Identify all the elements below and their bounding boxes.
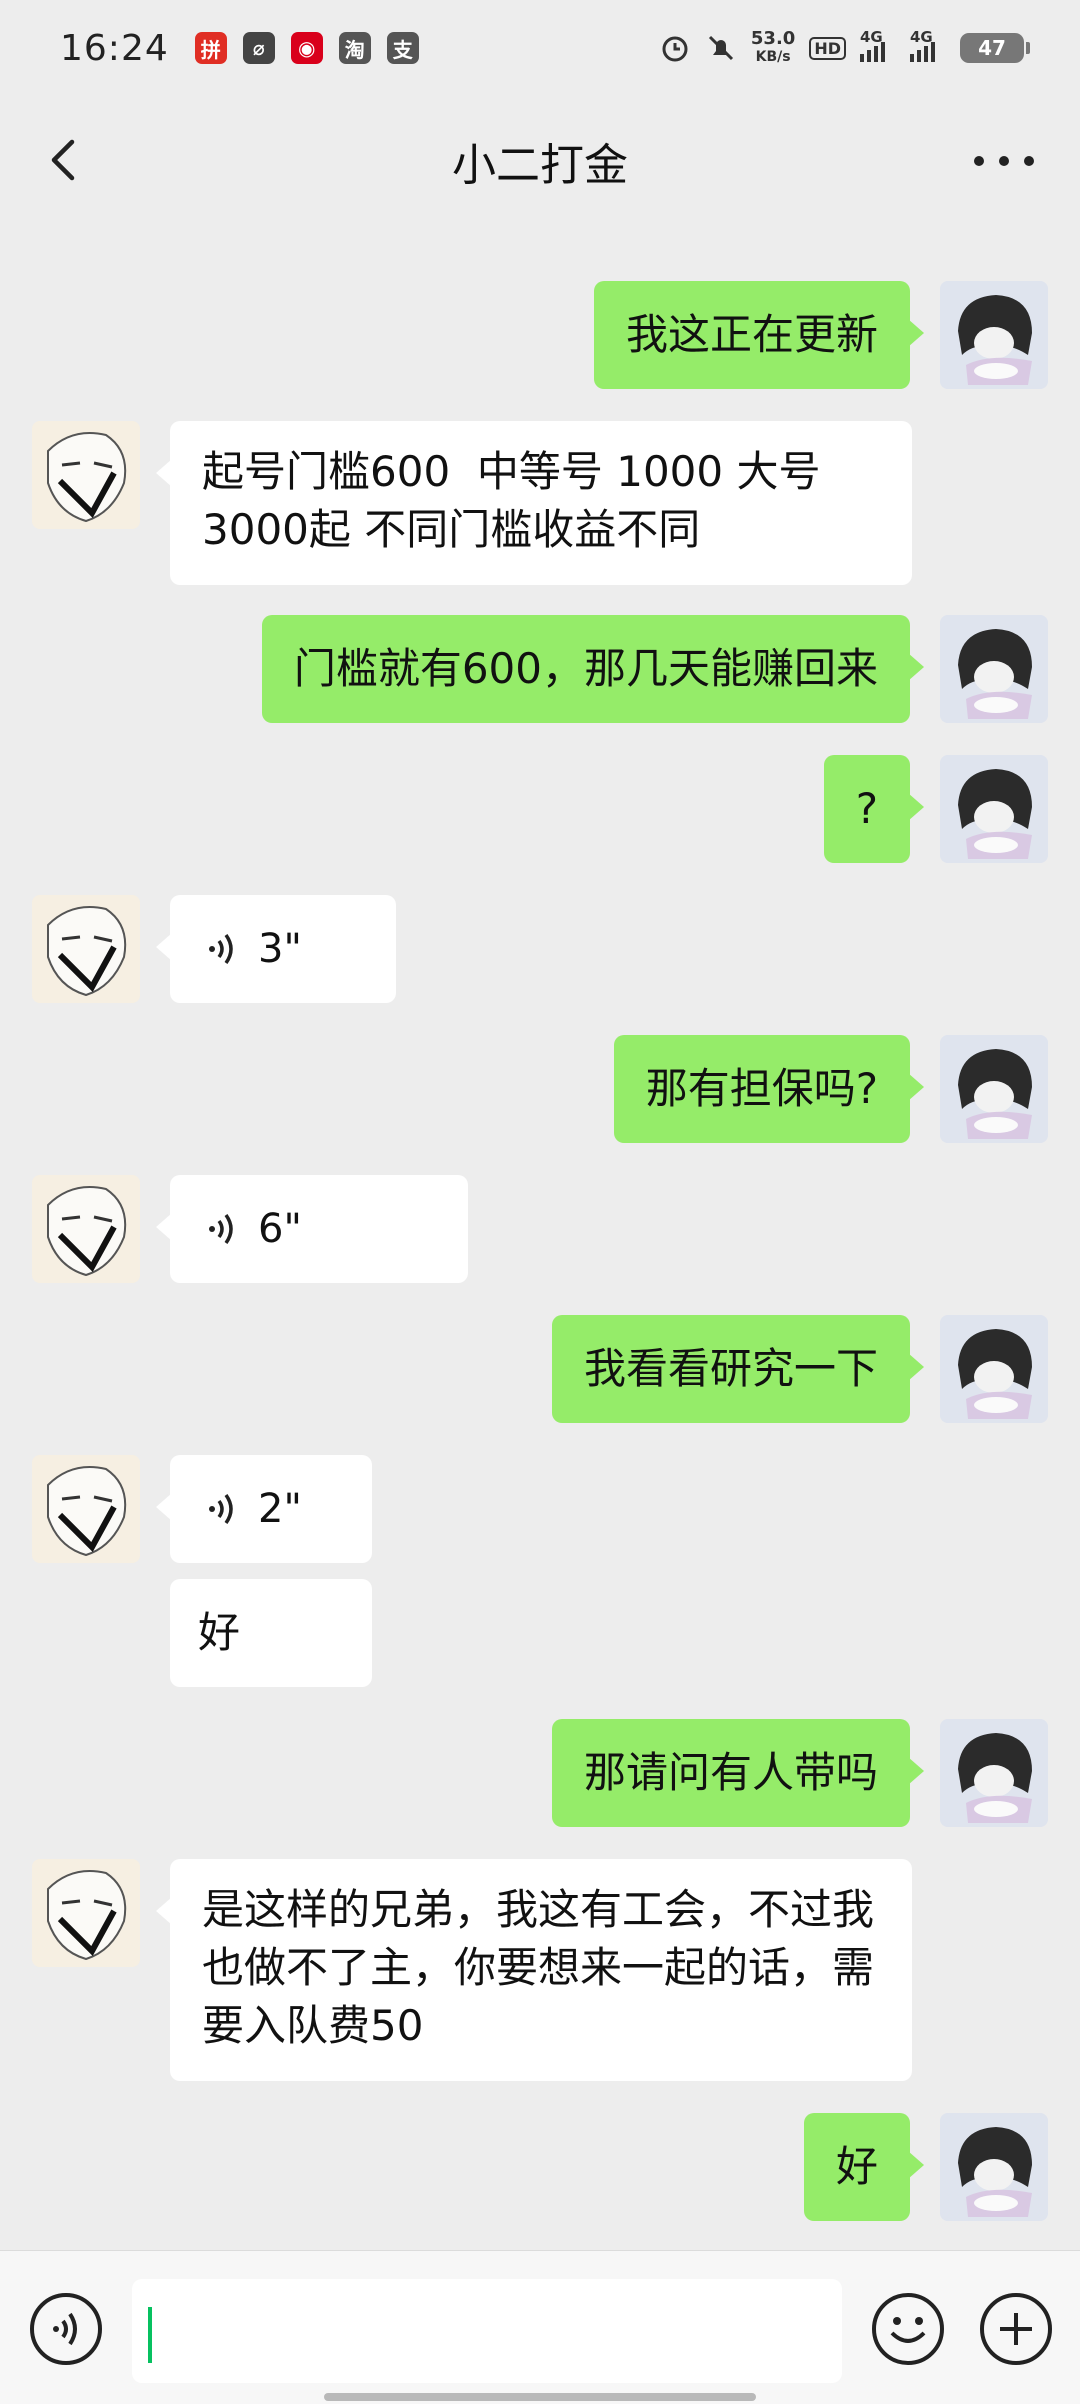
alarm-icon (662, 36, 688, 62)
voice-input-icon[interactable] (28, 2291, 104, 2367)
back-arrow-icon[interactable] (36, 130, 96, 190)
voice-message[interactable]: 3" (156, 895, 396, 1003)
chat-header: 小二打金 (0, 96, 1080, 226)
status-indicators: 53.0 KB/s HD 4G 4G 47 (659, 28, 1030, 66)
message-bubble[interactable]: 好 (170, 1579, 372, 1687)
message-input[interactable] (132, 2279, 842, 2383)
status-time: 16:24 (60, 27, 169, 69)
voice-wave-icon (209, 1493, 233, 1525)
voice-duration: 3" (258, 926, 302, 972)
input-toolbar (0, 2250, 1080, 2404)
my-avatar[interactable] (940, 1719, 1048, 1827)
contact-avatar[interactable] (32, 1455, 140, 1563)
message-bubble[interactable]: 那有担保吗? (613, 1035, 925, 1143)
chat-title: 小二打金 (452, 140, 628, 191)
alipay-icon: 支 (386, 32, 419, 64)
plus-icon[interactable] (978, 2291, 1054, 2367)
signal-icon: 4G (860, 28, 896, 62)
contact-avatar[interactable] (32, 1859, 140, 1967)
voice-wave-icon (209, 933, 233, 965)
voice-wave-icon (209, 1213, 233, 1245)
message-bubble[interactable]: 好 (803, 2113, 925, 2221)
my-avatar[interactable] (940, 2113, 1048, 2221)
status-bar: 16:24 拼 ⌀ ◉ 淘 支 53.0 KB/s HD 4G 4G 47 (0, 0, 1080, 96)
my-avatar[interactable] (940, 281, 1048, 389)
contact-avatar[interactable] (32, 1175, 140, 1283)
contact-avatar[interactable] (32, 895, 140, 1003)
voice-duration: 6" (258, 1206, 302, 1252)
text-cursor (148, 2307, 152, 2363)
message-list[interactable]: 我这正在更新 起号门槛600 中等号 1000 大号3000起 不同门槛收益不同… (0, 226, 1080, 2250)
taobao-icon: 淘 (338, 32, 371, 64)
hd-badge: HD (809, 36, 846, 60)
my-avatar[interactable] (940, 1035, 1048, 1143)
network-speed: 53.0 KB/s (750, 28, 796, 66)
battery-indicator: 47 (960, 33, 1030, 63)
mute-bell-icon (708, 35, 733, 61)
voice-duration: 2" (258, 1486, 302, 1532)
voice-message[interactable]: 2" (156, 1455, 372, 1563)
my-avatar[interactable] (940, 755, 1048, 863)
message-bubble[interactable]: 我看看研究一下 (551, 1315, 925, 1423)
message-bubble[interactable]: 我这正在更新 (593, 281, 925, 389)
message-bubble[interactable]: 是这样的兄弟，我这有工会，不过我也做不了主，你要想来一起的话，需要入队费50 (156, 1859, 912, 2081)
netease-icon: ◉ (290, 32, 323, 64)
message-bubble[interactable]: 那请问有人带吗 (551, 1719, 925, 1827)
link-icon: ⌀ (242, 32, 275, 64)
contact-avatar[interactable] (32, 421, 140, 529)
message-bubble[interactable]: 起号门槛600 中等号 1000 大号3000起 不同门槛收益不同 (156, 421, 912, 585)
my-avatar[interactable] (940, 615, 1048, 723)
voice-message[interactable]: 6" (156, 1175, 468, 1283)
emoji-icon[interactable] (870, 2291, 946, 2367)
signal-icon: 4G (910, 28, 946, 62)
message-bubble[interactable]: 门槛就有600，那几天能赚回来 (261, 615, 925, 723)
more-options-icon[interactable] (974, 141, 1034, 181)
my-avatar[interactable] (940, 1315, 1048, 1423)
pinduoduo-icon: 拼 (194, 32, 227, 64)
message-bubble[interactable]: ? (823, 755, 925, 863)
home-indicator[interactable] (324, 2393, 756, 2401)
